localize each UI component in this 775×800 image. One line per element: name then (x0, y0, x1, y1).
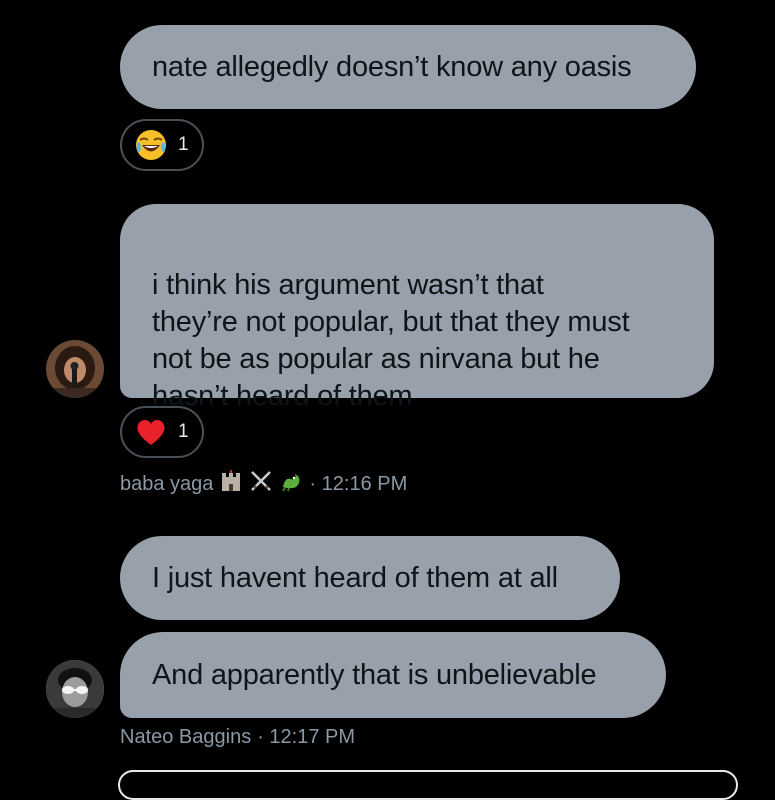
message-bubble[interactable]: I just havent heard of them at all (120, 536, 620, 620)
timestamp: · 12:16 PM (309, 472, 408, 495)
message-meta: Nateo Baggins · 12:17 PM (120, 726, 355, 749)
message-text: And apparently that is unbelievable (152, 658, 597, 691)
timestamp: · 12:17 PM (257, 726, 356, 748)
sender-name[interactable]: Nateo Baggins (120, 726, 251, 749)
dragon-icon (279, 469, 303, 499)
reaction-count: 1 (178, 421, 189, 442)
message-text: I just havent heard of them at all (152, 561, 558, 594)
heart-emoji-icon (134, 415, 168, 449)
avatar[interactable] (46, 340, 104, 398)
reaction-badge[interactable]: 1 (120, 119, 204, 171)
castle-icon (219, 469, 243, 499)
message-bubble[interactable]: nate allegedly doesn’t know any oasis (120, 25, 696, 109)
reaction-badge[interactable]: 1 (120, 406, 204, 458)
message-bubble[interactable]: i think his argument wasn’t that they’re… (120, 204, 714, 412)
sender-name[interactable]: baba yaga (120, 473, 213, 496)
reaction-count: 1 (178, 134, 189, 155)
message-text: nate allegedly doesn’t know any oasis (152, 50, 632, 83)
laughing-emoji-icon (134, 128, 168, 162)
crossed-swords-icon (249, 469, 273, 499)
message-text: i think his argument wasn’t that they’re… (152, 269, 630, 412)
avatar[interactable] (46, 660, 104, 718)
message-composer[interactable] (118, 770, 738, 800)
message-bubble[interactable]: And apparently that is unbelievable (120, 632, 666, 718)
message-meta: baba yaga · 12:16 PM (120, 469, 407, 499)
